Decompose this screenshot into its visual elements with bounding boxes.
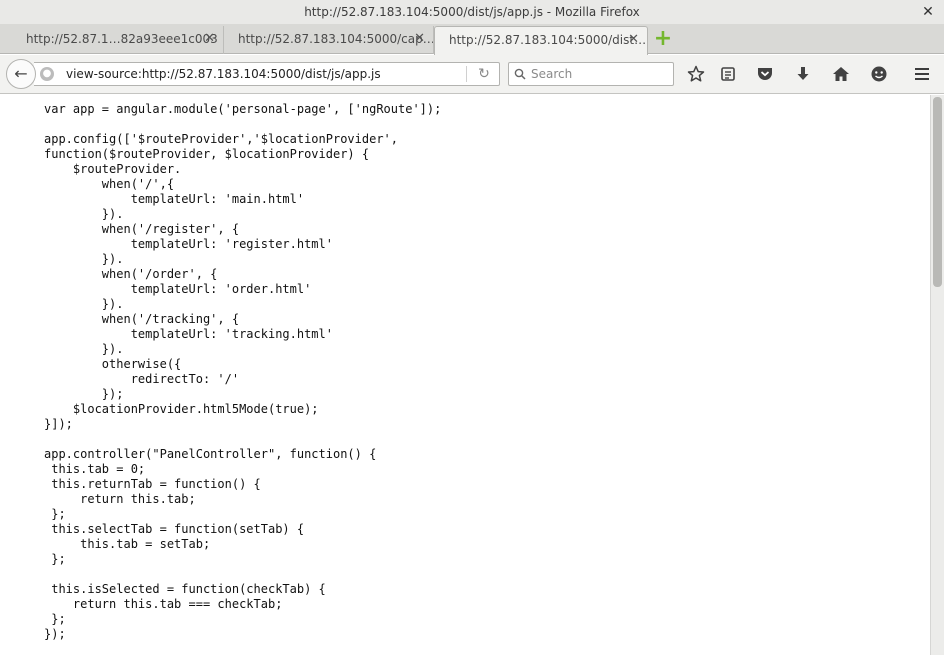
back-arrow-icon: ← [14, 64, 28, 83]
tab-3-active[interactable]: http://52.87.183.104:5000/dist… ✕ [434, 26, 648, 55]
globe-icon: ● [40, 67, 54, 81]
tab-1[interactable]: http://52.87.1…82a93eee1c003 ✕ [12, 26, 224, 54]
back-button[interactable]: ← [6, 59, 36, 89]
tab-strip: http://52.87.1…82a93eee1c003 ✕ http://52… [0, 24, 944, 55]
window-close-icon[interactable]: ✕ [920, 0, 936, 24]
download-icon[interactable] [791, 63, 815, 85]
window-titlebar: http://52.87.183.104:5000/dist/js/app.js… [0, 0, 944, 24]
source-code: var app = angular.module('personal-page'… [44, 102, 442, 641]
tab-label: http://52.87.183.104:5000/cap… [238, 32, 434, 46]
search-bar[interactable] [508, 62, 674, 86]
tab-label: http://52.87.1…82a93eee1c003 [26, 32, 218, 46]
tab-close-icon[interactable]: ✕ [628, 27, 639, 53]
tab-label: http://52.87.183.104:5000/dist… [449, 33, 647, 47]
url-bar[interactable]: ● view-source:http://52.87.183.104:5000/… [34, 62, 500, 86]
url-text[interactable]: view-source:http://52.87.183.104:5000/di… [66, 63, 381, 85]
home-icon[interactable] [829, 63, 853, 85]
view-source-content: var app = angular.module('personal-page'… [0, 95, 930, 655]
new-tab-icon[interactable]: + [652, 28, 674, 50]
reload-icon[interactable]: ↻ [474, 63, 494, 85]
hello-icon[interactable] [867, 63, 891, 85]
vertical-scrollbar[interactable] [930, 95, 944, 655]
tab-close-icon[interactable]: ✕ [204, 26, 215, 52]
navigation-toolbar: ● view-source:http://52.87.183.104:5000/… [0, 55, 944, 94]
tab-2[interactable]: http://52.87.183.104:5000/cap… ✕ [224, 26, 434, 54]
bookmark-star-icon[interactable] [684, 63, 708, 85]
search-icon [514, 63, 526, 88]
tab-close-icon[interactable]: ✕ [414, 26, 425, 52]
url-divider [466, 66, 467, 82]
reading-list-icon[interactable] [716, 63, 740, 85]
search-input[interactable] [531, 65, 669, 83]
window-title: http://52.87.183.104:5000/dist/js/app.js… [304, 5, 640, 19]
scrollbar-thumb[interactable] [933, 97, 942, 287]
pocket-icon[interactable] [753, 63, 777, 85]
menu-icon[interactable] [912, 63, 932, 85]
